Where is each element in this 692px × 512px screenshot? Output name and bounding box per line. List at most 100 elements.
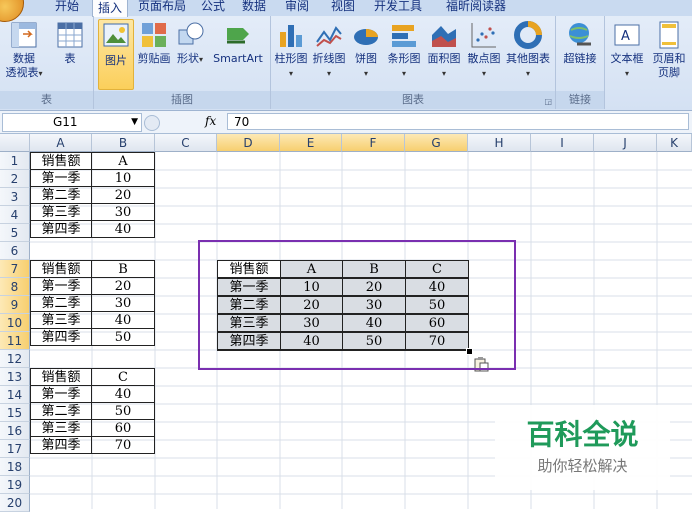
row-header[interactable]: 15 <box>0 404 30 422</box>
row-header[interactable]: 12 <box>0 350 30 368</box>
column-chart-icon <box>280 25 302 47</box>
header-footer-button[interactable]: 页眉和 页脚 <box>647 20 691 80</box>
row-header[interactable]: 20 <box>0 494 30 512</box>
column-header-a[interactable]: A <box>30 134 92 152</box>
smartart-button[interactable]: SmartArt <box>208 20 268 66</box>
bar-chart-button[interactable]: 条形图 ▾ <box>385 20 423 81</box>
column-header-g[interactable]: G <box>405 134 468 152</box>
clip-art-button[interactable]: 剪贴画 <box>136 20 172 66</box>
row-header[interactable]: 8 <box>0 278 30 296</box>
row-header[interactable]: 18 <box>0 458 30 476</box>
cell-b1[interactable]: A <box>91 152 155 170</box>
pivot-table-button[interactable]: 数据 透视表▾ <box>3 20 45 81</box>
cell-b17[interactable]: 70 <box>91 436 155 454</box>
cell-a9[interactable]: 第二季 <box>30 294 92 312</box>
cell-b10[interactable]: 40 <box>91 311 155 329</box>
tab-review[interactable]: 审阅 <box>282 0 312 15</box>
row-header[interactable]: 19 <box>0 476 30 494</box>
row-header[interactable]: 1 <box>0 152 30 170</box>
formula-input[interactable]: 70 <box>227 113 689 130</box>
row-header[interactable]: 5 <box>0 224 30 242</box>
picture-button[interactable]: 图片 <box>98 19 134 90</box>
scatter-chart-button[interactable]: 散点图 ▾ <box>465 20 503 81</box>
cell-a7[interactable]: 销售额 <box>30 260 92 278</box>
formula-bar-handle-icon[interactable] <box>144 115 160 131</box>
cell-a11[interactable]: 第四季 <box>30 328 92 346</box>
cell-b8[interactable]: 20 <box>91 277 155 295</box>
cell-a8[interactable]: 第一季 <box>30 277 92 295</box>
cell-a17[interactable]: 第四季 <box>30 436 92 454</box>
row-header[interactable]: 4 <box>0 206 30 224</box>
area-chart-button[interactable]: 面积图 ▾ <box>425 20 463 81</box>
column-header-j[interactable]: J <box>594 134 657 152</box>
tab-page-layout[interactable]: 页面布局 <box>136 0 188 15</box>
column-header-d[interactable]: D <box>217 134 280 152</box>
pivot-table-icon <box>11 22 37 48</box>
tab-formulas[interactable]: 公式 <box>198 0 228 15</box>
scatter-chart-icon <box>471 23 496 48</box>
ribbon: 开始 插入 页面布局 公式 数据 审阅 视图 开发工具 福昕阅读器 数据 透视表… <box>0 0 692 111</box>
row-header[interactable]: 13 <box>0 368 30 386</box>
cell-a2[interactable]: 第一季 <box>30 169 92 187</box>
name-box-dropdown-icon[interactable]: ▼ <box>131 114 138 131</box>
cell-b13[interactable]: C <box>91 368 155 386</box>
cell-b11[interactable]: 50 <box>91 328 155 346</box>
cell-b7[interactable]: B <box>91 260 155 278</box>
cell-a1[interactable]: 销售额 <box>30 152 92 170</box>
cell-b5[interactable]: 40 <box>91 220 155 238</box>
column-chart-button[interactable]: 柱形图 ▾ <box>273 20 309 81</box>
select-all-corner[interactable] <box>0 134 30 152</box>
tab-view[interactable]: 视图 <box>328 0 358 15</box>
table-button[interactable]: 表 <box>52 20 88 66</box>
shapes-button[interactable]: 形状▾ <box>174 20 206 67</box>
row-header[interactable]: 6 <box>0 242 30 260</box>
name-box[interactable]: G11 ▼ <box>2 113 142 132</box>
cell-a10[interactable]: 第三季 <box>30 311 92 329</box>
cell-a13[interactable]: 销售额 <box>30 368 92 386</box>
svg-text:A: A <box>621 29 630 44</box>
picture-label: 图片 <box>105 54 127 67</box>
cell-a15[interactable]: 第二季 <box>30 402 92 420</box>
column-header-h[interactable]: H <box>468 134 531 152</box>
shapes-icon <box>178 22 204 45</box>
row-header[interactable]: 7 <box>0 260 30 278</box>
cell-a16[interactable]: 第三季 <box>30 419 92 437</box>
cell-b14[interactable]: 40 <box>91 385 155 403</box>
tab-foxit-reader[interactable]: 福昕阅读器 <box>440 0 512 15</box>
row-header[interactable]: 16 <box>0 422 30 440</box>
cell-a3[interactable]: 第二季 <box>30 186 92 204</box>
cell-b2[interactable]: 10 <box>91 169 155 187</box>
column-header-f[interactable]: F <box>342 134 405 152</box>
row-header[interactable]: 14 <box>0 386 30 404</box>
tab-home[interactable]: 开始 <box>50 0 84 15</box>
column-header-k[interactable]: K <box>657 134 692 152</box>
row-header[interactable]: 2 <box>0 170 30 188</box>
tab-data[interactable]: 数据 <box>238 0 270 15</box>
cell-a5[interactable]: 第四季 <box>30 220 92 238</box>
cell-b4[interactable]: 30 <box>91 203 155 221</box>
column-header-b[interactable]: B <box>92 134 155 152</box>
hyperlink-button[interactable]: 超链接 <box>560 20 600 66</box>
insert-function-icon[interactable]: fx <box>205 113 216 130</box>
cell-b15[interactable]: 50 <box>91 402 155 420</box>
cell-a4[interactable]: 第三季 <box>30 203 92 221</box>
cell-b16[interactable]: 60 <box>91 419 155 437</box>
pie-chart-button[interactable]: 饼图 ▾ <box>351 20 381 81</box>
column-header-c[interactable]: C <box>155 134 217 152</box>
row-header[interactable]: 9 <box>0 296 30 314</box>
line-chart-button[interactable]: 折线图 ▾ <box>311 20 347 81</box>
column-header-i[interactable]: I <box>531 134 594 152</box>
tab-developer[interactable]: 开发工具 <box>370 0 426 15</box>
cell-b3[interactable]: 20 <box>91 186 155 204</box>
cell-b9[interactable]: 30 <box>91 294 155 312</box>
row-header[interactable]: 17 <box>0 440 30 458</box>
other-charts-button[interactable]: 其他图表 ▾ <box>505 20 551 81</box>
tab-insert[interactable]: 插入 <box>92 0 128 17</box>
row-header[interactable]: 3 <box>0 188 30 206</box>
row-header[interactable]: 10 <box>0 314 30 332</box>
cell-a14[interactable]: 第一季 <box>30 385 92 403</box>
column-header-e[interactable]: E <box>280 134 342 152</box>
text-box-button[interactable]: A 文本框 ▾ <box>608 20 646 81</box>
dialog-launcher-icon[interactable]: ◲ <box>544 97 552 106</box>
row-header[interactable]: 11 <box>0 332 30 350</box>
